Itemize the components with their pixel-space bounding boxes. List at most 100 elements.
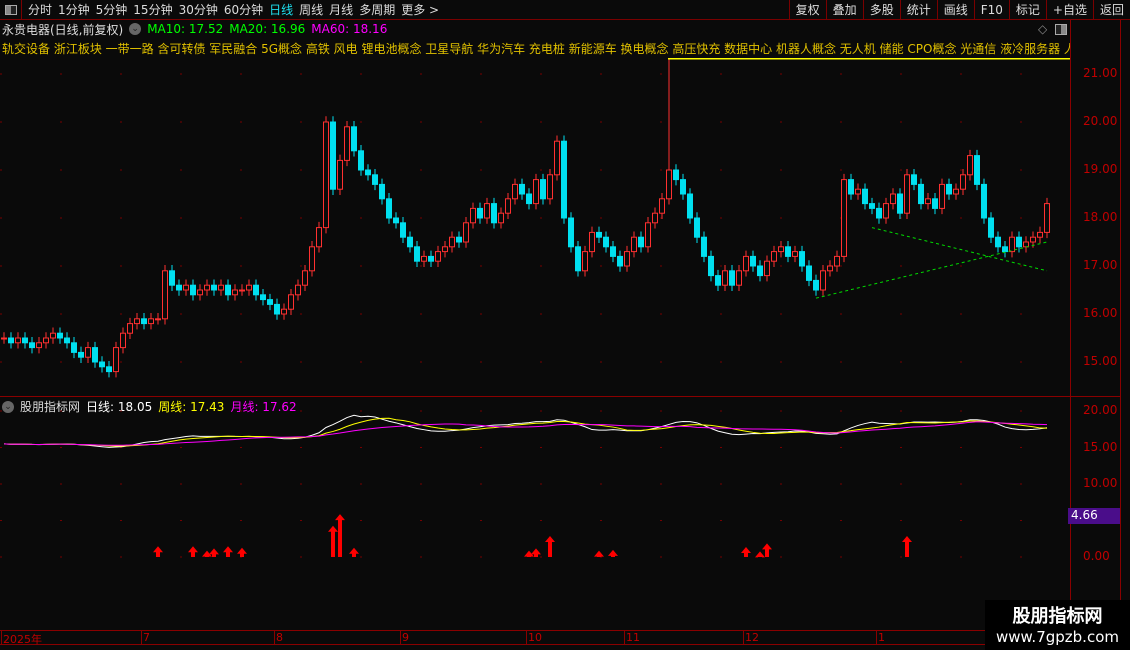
period-tabs: 分时 1分钟 5分钟 15分钟 30分钟 60分钟 日线 周线 月线 多周期 更多 > <box>22 1 439 18</box>
candle-body <box>771 251 777 262</box>
signal-arrow <box>349 547 359 557</box>
toolbar-button-8[interactable]: 返回 <box>1092 0 1130 20</box>
toolbar-button-6[interactable]: 标记 <box>1008 0 1046 20</box>
tab-period-0[interactable]: 分时 <box>28 1 52 18</box>
indicator-tick: 0.00 <box>1083 549 1110 563</box>
candle-body <box>8 337 14 344</box>
tab-period-2[interactable]: 5分钟 <box>96 1 128 18</box>
signal-arrow <box>741 546 751 557</box>
candle-body <box>274 303 280 315</box>
candle-body <box>442 246 448 253</box>
signal-arrow <box>594 550 604 557</box>
candle-body <box>757 265 763 277</box>
candle-body <box>974 155 980 185</box>
candle-body <box>15 337 21 344</box>
candle-body <box>967 155 973 176</box>
candle-body <box>421 255 427 262</box>
candle-body <box>50 332 56 339</box>
candle-body <box>358 150 364 171</box>
candle-body <box>260 294 266 301</box>
candle-body <box>141 318 147 325</box>
candle-body <box>645 222 651 248</box>
candle-body <box>127 323 133 334</box>
candle-body <box>428 255 434 262</box>
sidebar-toggle-button[interactable] <box>0 0 22 20</box>
candle-body <box>484 203 490 219</box>
candle-body <box>29 342 35 349</box>
panel-icon <box>4 4 17 15</box>
candle-body <box>890 193 896 205</box>
toolbar-button-7[interactable]: +自选 <box>1045 0 1093 20</box>
candle-body <box>456 236 462 243</box>
tab-period-5[interactable]: 60分钟 <box>224 1 263 18</box>
candle-body <box>1009 236 1015 253</box>
candle-body <box>603 236 609 248</box>
price-tick: 17.00 <box>1083 258 1118 272</box>
tab-period-6[interactable]: 日线 <box>269 1 293 18</box>
top-toolbar: 分时 1分钟 5分钟 15分钟 30分钟 60分钟 日线 周线 月线 多周期 更多 > 复权 叠加 多股… <box>0 0 1130 20</box>
candle-body <box>148 318 154 325</box>
panel-icon[interactable] <box>1055 24 1067 35</box>
tab-period-10[interactable]: 更多 > <box>401 1 439 18</box>
candle-body <box>897 193 903 214</box>
candle-body <box>953 188 959 195</box>
candle-body <box>806 265 812 281</box>
candle-body <box>1002 246 1008 253</box>
diamond-icon[interactable]: ◇ <box>1038 22 1047 36</box>
stock-info-bar: 永贵电器(日线,前复权) ⌄ MA10: 17.52 MA20: 16.96 M… <box>2 21 387 37</box>
candle-body <box>827 265 833 272</box>
day-line <box>3 414 1048 448</box>
tab-period-4[interactable]: 30分钟 <box>179 1 218 18</box>
candle-body <box>659 198 665 214</box>
ma60-value: MA60: 18.16 <box>311 22 388 36</box>
candle-body <box>778 246 784 253</box>
tab-period-8[interactable]: 月线 <box>329 1 353 18</box>
tab-period-9[interactable]: 多周期 <box>359 1 395 18</box>
date-tick: 8 <box>274 631 283 644</box>
candle-body <box>1044 203 1050 233</box>
candle-body <box>43 337 49 344</box>
signal-arrow <box>545 536 555 557</box>
candle-body <box>323 121 329 229</box>
candle-body <box>512 183 518 200</box>
candle-body <box>106 366 112 373</box>
candle-body <box>876 207 882 219</box>
toolbar-button-0[interactable]: 复权 <box>788 0 826 20</box>
toolbar-button-4[interactable]: 画线 <box>936 0 974 20</box>
toolbar-button-1[interactable]: 叠加 <box>825 0 863 20</box>
tab-period-7[interactable]: 周线 <box>299 1 323 18</box>
date-tick: 12 <box>743 631 759 644</box>
candle-body <box>820 270 826 291</box>
candle-body <box>785 246 791 257</box>
toolbar-button-3[interactable]: 统计 <box>899 0 937 20</box>
tab-period-3[interactable]: 15分钟 <box>133 1 172 18</box>
candle-body <box>134 318 140 325</box>
candle-body <box>519 183 525 195</box>
candle-body <box>624 251 630 267</box>
candle-body <box>498 212 504 224</box>
candle-body <box>337 159 343 190</box>
signal-arrow <box>328 525 338 557</box>
candle-body <box>533 179 539 205</box>
toolbar-button-5[interactable]: F10 <box>973 0 1009 20</box>
indicator-chart[interactable] <box>0 397 1070 630</box>
candle-body <box>540 179 546 200</box>
price-chart[interactable] <box>0 58 1070 395</box>
candle-body <box>883 203 889 219</box>
tab-period-1[interactable]: 1分钟 <box>58 1 90 18</box>
concept-tags: 轨交设备 浙江板块 一带一路 含可转债 军民融合 5G概念 高铁 风电 锂电池概… <box>2 42 1070 56</box>
candle-body <box>575 246 581 272</box>
price-tick: 20.00 <box>1083 114 1118 128</box>
candle-body <box>722 270 728 286</box>
candle-body <box>715 275 721 286</box>
chevron-down-icon[interactable]: ⌄ <box>129 23 142 35</box>
candle-body <box>85 347 91 358</box>
date-tick: 11 <box>624 631 640 644</box>
date-tick: 9 <box>400 631 409 644</box>
candle-body <box>694 217 700 238</box>
signal-arrow <box>762 543 772 557</box>
candle-body <box>960 174 966 190</box>
candle-body <box>743 255 749 272</box>
candle-body <box>582 251 588 272</box>
toolbar-button-2[interactable]: 多股 <box>862 0 900 20</box>
